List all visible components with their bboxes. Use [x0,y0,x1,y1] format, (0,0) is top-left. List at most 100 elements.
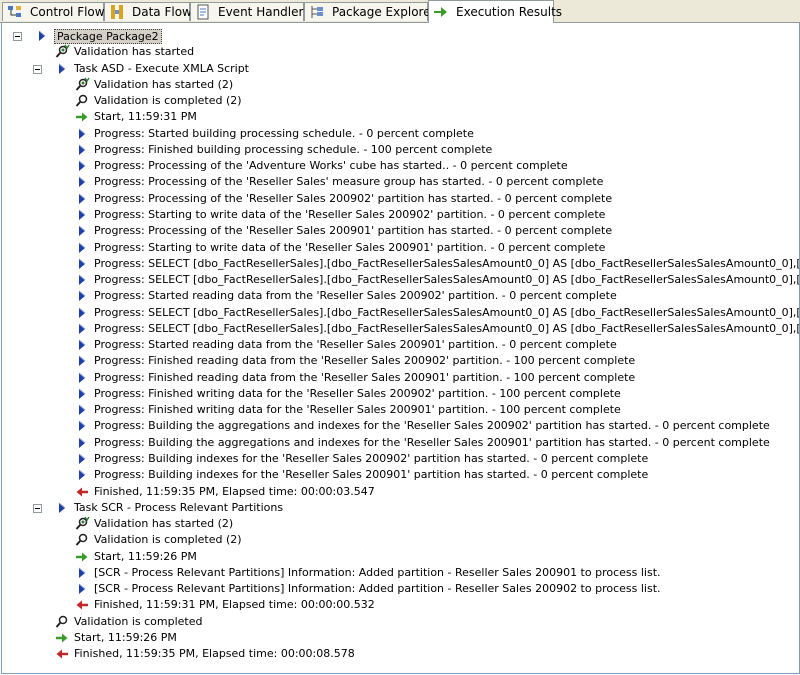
collapse-toggle[interactable] [33,64,42,74]
data-flow-icon [109,4,125,20]
tree-log-item[interactable]: Progress: Finished reading data from the… [74,370,635,386]
tree-item-label: Start, 11:59:26 PM [74,630,177,644]
tree-log-item[interactable]: Progress: Building the aggregations and … [74,435,770,451]
tree-item-label: Progress: Started reading data from the … [94,289,617,303]
tree-log-item[interactable]: Progress: Building indexes for the 'Rese… [74,467,648,483]
validation-completed-icon [54,614,70,630]
tree-item-label: Validation has started [74,45,195,59]
tree-log-item[interactable]: Validation is completed (2) [74,532,242,548]
tree-log-item[interactable]: Validation is completed (2) [74,93,242,109]
tree-log-item[interactable]: Start, 11:59:26 PM [54,630,177,646]
tree-log-item[interactable]: [SCR - Process Relevant Partitions] Info… [74,565,661,581]
tree-item-label: Finished, 11:59:35 PM, Elapsed time: 00:… [74,647,355,661]
tree-task-node[interactable]: Task ASD - Execute XMLA Script [54,61,249,77]
collapse-toggle[interactable] [33,503,42,513]
execution-results-tree[interactable]: Package Package2 Validation has started Ta… [1,23,800,674]
tree-log-item[interactable]: Progress: Finished building processing s… [74,142,492,158]
progress-icon [74,174,90,190]
tree-item-label: Progress: Finished reading data from the… [94,354,636,368]
tree-item-label: Progress: Finished writing data for the … [94,386,621,400]
validation-started-icon [54,44,70,60]
task-icon [54,500,70,516]
tree-item-label: Task ASD - Execute XMLA Script [74,61,249,75]
tab-label: Execution Results [456,5,563,19]
tree-log-item[interactable]: Finished, 11:59:35 PM, Elapsed time: 00:… [54,646,355,662]
tree-log-item[interactable]: Validation has started [54,44,194,60]
execution-results-icon [433,4,449,20]
package-icon [34,28,50,44]
tree-item-label: Start, 11:59:26 PM [94,549,197,563]
tree-item-label: Validation has started (2) [94,77,234,91]
start-icon [54,630,70,646]
tree-log-item[interactable]: Start, 11:59:31 PM [74,109,197,125]
tree-log-item[interactable]: Progress: Started reading data from the … [74,337,617,353]
tree-log-item[interactable]: Progress: Finished reading data from the… [74,353,635,369]
progress-icon [74,256,90,272]
tree-item-label: Progress: SELECT [dbo_FactResellerSales]… [94,256,800,270]
tree-log-item[interactable]: Finished, 11:59:31 PM, Elapsed time: 00:… [74,597,375,613]
tree-log-item[interactable]: Progress: Processing of the 'Reseller Sa… [74,174,603,190]
tab-data-flow[interactable]: Data Flow [104,2,192,21]
tree-log-item[interactable]: Validation has started (2) [74,77,233,93]
tab-execution-results[interactable]: Execution Results [428,0,562,23]
tree-item-label: Progress: Finished reading data from the… [94,370,636,384]
tree-item-label: Progress: Processing of the 'Adventure W… [94,159,568,173]
tree-item-label: Validation has started (2) [94,517,234,531]
tree-item-label: Progress: Building the aggregations and … [94,435,770,449]
progress-icon [74,386,90,402]
tree-item-label: Progress: Building indexes for the 'Rese… [94,468,649,482]
tree-task-node[interactable]: Task SCR - Process Relevant Partitions [54,500,283,516]
tree-log-item[interactable]: Progress: Building the aggregations and … [74,418,770,434]
tree-log-item[interactable]: Finished, 11:59:35 PM, Elapsed time: 00:… [74,484,375,500]
tree-item-label: Progress: SELECT [dbo_FactResellerSales]… [94,321,800,335]
tree-item-label: Progress: Processing of the 'Reseller Sa… [94,175,604,189]
validation-completed-icon [74,93,90,109]
tree-log-item[interactable]: Progress: SELECT [dbo_FactResellerSales]… [74,321,800,337]
progress-icon [74,581,90,597]
tree-item-label: Progress: Finished building processing s… [94,142,493,156]
tree-item-label: Start, 11:59:31 PM [94,110,197,124]
tree-log-item[interactable]: Progress: Processing of the 'Adventure W… [74,158,568,174]
tree-log-item[interactable]: [SCR - Process Relevant Partitions] Info… [74,581,661,597]
tree-log-item[interactable]: Progress: Processing of the 'Reseller Sa… [74,223,612,239]
progress-icon [74,451,90,467]
start-icon [74,109,90,125]
tab-label: Event Handlers [218,5,310,19]
tree-log-item[interactable]: Progress: SELECT [dbo_FactResellerSales]… [74,272,800,288]
tree-log-item[interactable]: Validation is completed [54,614,202,630]
progress-icon [74,435,90,451]
finished-icon [74,597,90,613]
progress-icon [74,142,90,158]
progress-icon [74,272,90,288]
progress-icon [74,402,90,418]
tree-root-node[interactable]: Package Package2 [34,28,162,44]
tree-log-item[interactable]: Progress: SELECT [dbo_FactResellerSales]… [74,256,800,272]
progress-icon [74,240,90,256]
start-icon [74,549,90,565]
tree-log-item[interactable]: Progress: Starting to write data of the … [74,240,605,256]
tree-log-item[interactable]: Progress: Processing of the 'Reseller Sa… [74,191,612,207]
tree-log-item[interactable]: Progress: Started building processing sc… [74,126,474,142]
tree-item-label: Progress: Finished writing data for the … [94,403,621,417]
tree-log-item[interactable]: Progress: Finished writing data for the … [74,386,621,402]
tree-log-item[interactable]: Progress: SELECT [dbo_FactResellerSales]… [74,305,799,321]
tree-log-item[interactable]: Progress: Building indexes for the 'Rese… [74,451,648,467]
collapse-toggle[interactable] [13,32,22,41]
validation-started-icon [74,516,90,532]
tree-item-label: Progress: Starting to write data of the … [94,207,606,221]
tab-control-flow[interactable]: Control Flow [2,2,105,21]
tree-log-item[interactable]: Progress: Started reading data from the … [74,288,617,304]
tab-event-handlers[interactable]: Event Handlers [190,2,310,21]
tree-log-item[interactable]: Progress: Starting to write data of the … [74,207,605,223]
tree-item-label: Task SCR - Process Relevant Partitions [74,500,284,514]
tree-item-label: Progress: SELECT [dbo_FactResellerSales]… [94,273,800,287]
tree-log-item[interactable]: Validation has started (2) [74,516,233,532]
tree-log-item[interactable]: Start, 11:59:26 PM [74,549,197,565]
tree-item-label: Progress: Building the aggregations and … [94,419,770,433]
tree-log-item[interactable]: Progress: Finished writing data for the … [74,402,621,418]
tab-package-explorer[interactable]: Package Explorer [304,2,436,21]
tree-item-label: Progress: Processing of the 'Reseller Sa… [94,224,613,238]
validation-completed-icon [74,532,90,548]
progress-icon [74,126,90,142]
designer-tab-bar: Control Flow Data Flow Event Handlers Pa… [0,0,800,23]
